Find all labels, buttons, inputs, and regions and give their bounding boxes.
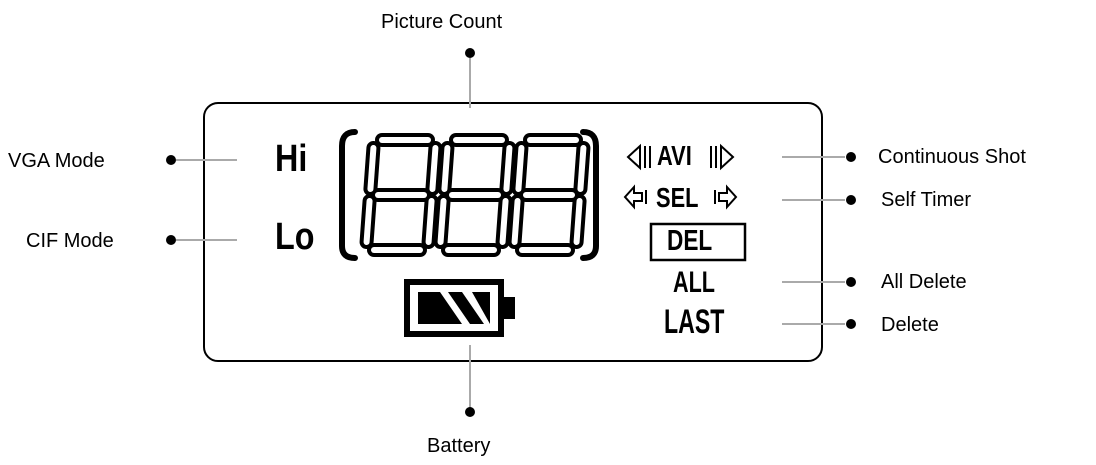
self-timer-label: Self Timer [881, 189, 972, 211]
all-delete-label: All Delete [881, 271, 967, 293]
battery-label: Battery [427, 435, 491, 457]
diagram-graphics [166, 48, 856, 417]
segment-highlight [499, 198, 509, 245]
segment-highlight [515, 145, 525, 192]
digit-1 [359, 133, 443, 257]
avi-indicator: AVI [657, 140, 692, 171]
segment-highlight [429, 145, 439, 192]
avi-left-arrow-icon [626, 143, 651, 171]
segment-highlight [367, 145, 377, 192]
segment-highlight [437, 198, 447, 245]
continuous-shot-label: Continuous Shot [878, 146, 1026, 168]
sel-left-arrow-icon [623, 184, 647, 210]
picture-count-dot [465, 48, 475, 58]
sel-indicator: SEL [656, 182, 699, 213]
left-bracket-icon [339, 129, 358, 261]
del-indicator: DEL [667, 225, 713, 257]
delete-label: Delete [881, 314, 939, 336]
all-delete-dot [846, 277, 856, 287]
hi-indicator: Hi [275, 138, 308, 180]
vga-mode-dot [166, 155, 176, 165]
cif-mode-dot [166, 235, 176, 245]
battery-icon [404, 279, 515, 337]
seven-segment-digits [359, 133, 591, 257]
vga-mode-label: VGA Mode [8, 150, 105, 172]
segment-highlight [441, 145, 451, 192]
all-indicator: ALL [673, 266, 715, 299]
digit-2 [433, 133, 517, 257]
lo-indicator: Lo [275, 216, 315, 258]
picture-count-label: Picture Count [381, 11, 503, 33]
segment-highlight [577, 145, 587, 192]
segment-highlight [503, 145, 513, 192]
self-timer-dot [846, 195, 856, 205]
sel-right-arrow-icon [714, 184, 738, 210]
delete-dot [846, 319, 856, 329]
continuous-shot-dot [846, 152, 856, 162]
segment-highlight [573, 198, 583, 245]
segment-highlight [363, 198, 373, 245]
cif-mode-label: CIF Mode [26, 230, 114, 252]
lcd-diagram: Picture Count Battery VGA Mode CIF Mode … [0, 0, 1096, 465]
battery-dot [465, 407, 475, 417]
last-indicator: LAST [664, 303, 725, 341]
digit-3 [507, 133, 591, 257]
segment-highlight [511, 198, 521, 245]
segment-highlight [425, 198, 435, 245]
avi-right-arrow-icon [710, 143, 735, 171]
